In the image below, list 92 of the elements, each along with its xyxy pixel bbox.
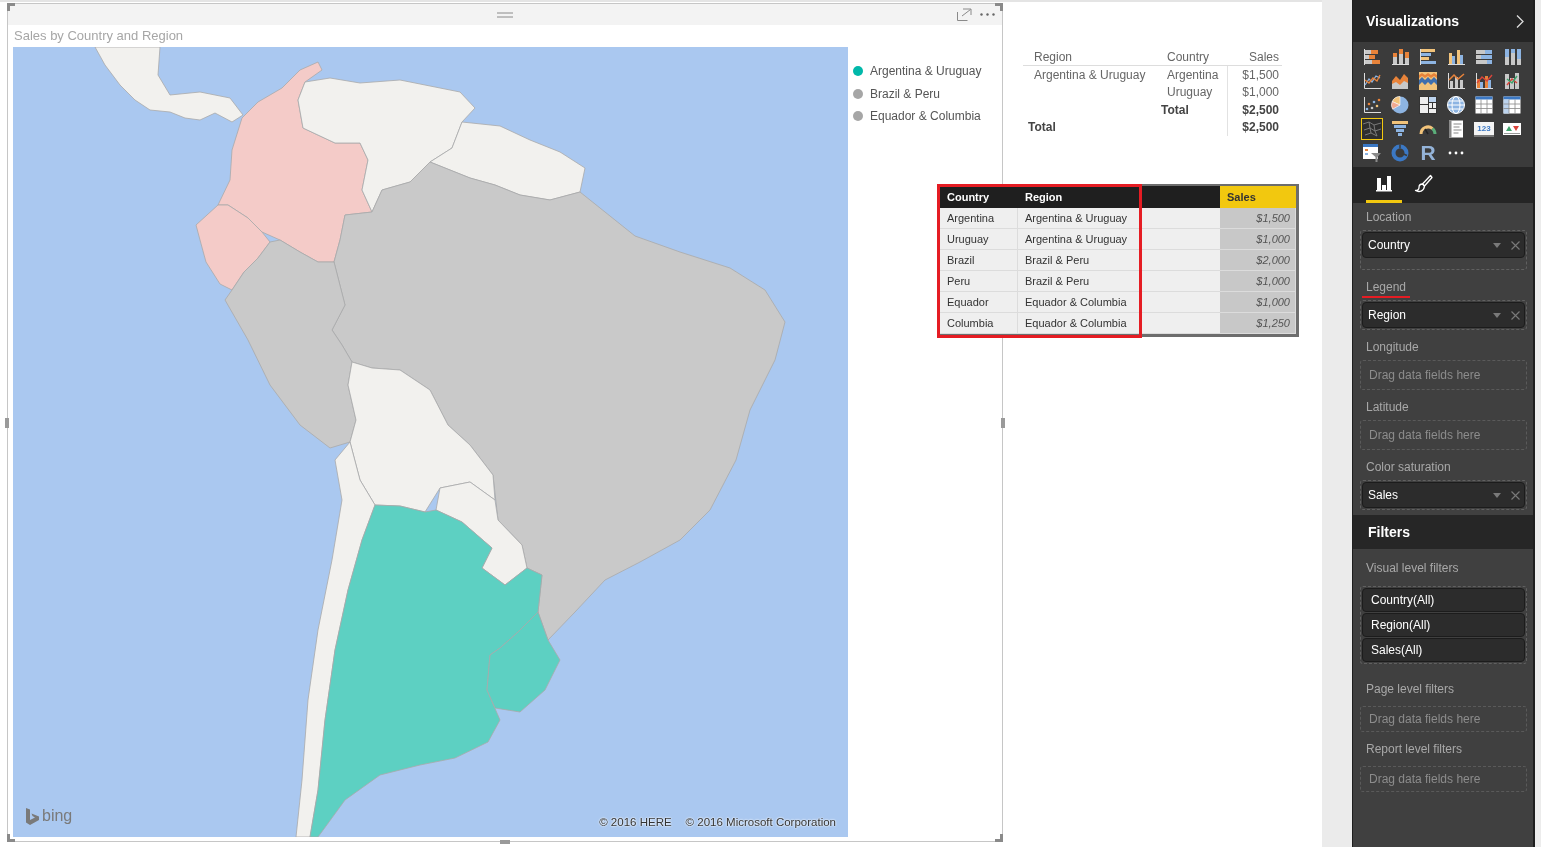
stacked-column-chart-icon[interactable]: [1389, 46, 1411, 68]
legend-label[interactable]: Equador & Columbia: [870, 109, 981, 124]
table-cell-text: Uruguay: [1166, 84, 1214, 101]
pie-chart-icon[interactable]: [1389, 94, 1411, 116]
logo-icon: [26, 807, 39, 825]
table-cell: Argentina & Uruguay: [1018, 229, 1140, 250]
table-cell: Argentina: [940, 208, 1018, 229]
close-icon[interactable]: [1511, 240, 1520, 250]
table-cell-text: Argentina: [1166, 66, 1220, 84]
filters-title: Filters: [1353, 515, 1533, 549]
well-label: Latitude: [1365, 399, 1410, 416]
column-header[interactable]: Region: [1018, 186, 1140, 208]
drag-handle-icon[interactable]: [497, 11, 513, 18]
line-clustered-column-chart-icon[interactable]: [1473, 70, 1495, 92]
more-options-icon[interactable]: [980, 13, 995, 16]
scatter-chart-icon[interactable]: [1361, 94, 1383, 116]
filter-pill[interactable]: Country(All): [1362, 588, 1525, 612]
line-chart-icon[interactable]: [1361, 70, 1383, 92]
chevron-right-icon[interactable]: [1516, 14, 1524, 28]
total-cell-text: Total: [1160, 101, 1190, 119]
table-cell: $1,500: [1227, 66, 1282, 84]
caret-down-icon[interactable]: [1493, 242, 1501, 248]
filled-map-icon[interactable]: [1361, 118, 1383, 140]
resize-handle[interactable]: [995, 834, 1003, 842]
table-cell: Argentina & Uruguay: [1018, 208, 1140, 229]
close-icon[interactable]: [1511, 310, 1520, 320]
resize-handle[interactable]: [995, 3, 1003, 11]
filter-pill[interactable]: Region(All): [1362, 613, 1525, 637]
table-cell: $1,000: [1227, 83, 1282, 101]
well-label: Location: [1365, 209, 1413, 226]
table-cell: $2,000: [1220, 250, 1296, 271]
paint-brush-icon: [1413, 174, 1433, 193]
filter-label: Report level filters: [1365, 741, 1464, 758]
globe-icon[interactable]: [1445, 94, 1467, 116]
table-cell: Brazil: [940, 250, 1018, 271]
resize-handle[interactable]: [5, 418, 9, 428]
total-cell: $2,500: [1227, 118, 1282, 136]
caret-down-icon[interactable]: [1493, 312, 1501, 318]
column-header[interactable]: Sales: [1220, 186, 1296, 208]
stacked-bar-chart-icon[interactable]: [1361, 46, 1383, 68]
table-filter-icon[interactable]: [1361, 142, 1383, 164]
table-cell-text: Argentina & Uruguay: [1033, 66, 1147, 84]
field-pill[interactable]: Region: [1362, 302, 1525, 328]
resize-handle[interactable]: [7, 3, 15, 11]
table-cell: $1,500: [1220, 208, 1296, 229]
attribution-text: © 2016 HERE: [599, 816, 672, 828]
stacked-area-chart-icon[interactable]: [1417, 70, 1439, 92]
field-pill[interactable]: Sales: [1362, 482, 1525, 508]
expand-icon[interactable]: [957, 8, 972, 21]
bar-chart-icon: [1374, 174, 1394, 193]
column-header[interactable]: Country: [1155, 48, 1227, 66]
column-header[interactable]: Country: [940, 186, 1018, 208]
well-label: Legend: [1362, 277, 1411, 298]
total-cell: $2,500: [1227, 101, 1282, 119]
well-label: Color saturation: [1365, 459, 1452, 476]
table-cell: Uruguay: [940, 229, 1018, 250]
pane-title: Visualizations: [1366, 13, 1460, 29]
table-cell: Brazil & Peru: [1018, 271, 1140, 292]
well-label: Longitude: [1365, 339, 1420, 356]
legend-label[interactable]: Brazil & Peru: [870, 86, 941, 101]
caret-down-icon[interactable]: [1493, 492, 1501, 498]
filter-pill[interactable]: Sales(All): [1362, 638, 1525, 662]
line-column-chart-icon[interactable]: [1445, 70, 1467, 92]
matrix-icon[interactable]: [1501, 94, 1523, 116]
field-pill[interactable]: Country: [1362, 232, 1525, 258]
clustered-bar-chart-icon[interactable]: [1417, 46, 1439, 68]
total-cell-text: Total: [1027, 119, 1057, 136]
resize-handle[interactable]: [500, 840, 510, 844]
attribution-text: © 2016 Microsoft Corporation: [685, 816, 836, 828]
logo-text: bing: [42, 807, 73, 825]
table-cell: $1,250: [1220, 313, 1296, 334]
table-cell: $1,000: [1220, 292, 1296, 313]
visual-title: Sales by Country and Region: [13, 27, 185, 45]
table-cell: Peru: [940, 271, 1018, 292]
legend-label[interactable]: Argentina & Uruguay: [870, 64, 982, 79]
table-cell: Equador & Columbia: [1018, 292, 1140, 313]
r-visual-button[interactable]: R: [1417, 142, 1439, 164]
table-cell: Equador & Columbia: [1018, 313, 1140, 334]
column-header[interactable]: Sales: [1227, 48, 1282, 66]
table-cell: Equador: [940, 292, 1018, 313]
table-icon[interactable]: [1473, 94, 1495, 116]
table-cell: $1,000: [1220, 271, 1296, 292]
table-cell: $1,000: [1220, 229, 1296, 250]
resize-handle[interactable]: [1001, 418, 1005, 428]
filter-label: Visual level filters: [1365, 560, 1460, 577]
table-cell: Columbia: [940, 313, 1018, 334]
close-icon[interactable]: [1511, 490, 1520, 500]
resize-handle[interactable]: [7, 834, 15, 842]
table-cell: Brazil & Peru: [1018, 250, 1140, 271]
column-header[interactable]: Region: [1023, 48, 1155, 66]
filter-label: Page level filters: [1365, 681, 1456, 698]
treemap-icon[interactable]: [1417, 94, 1439, 116]
